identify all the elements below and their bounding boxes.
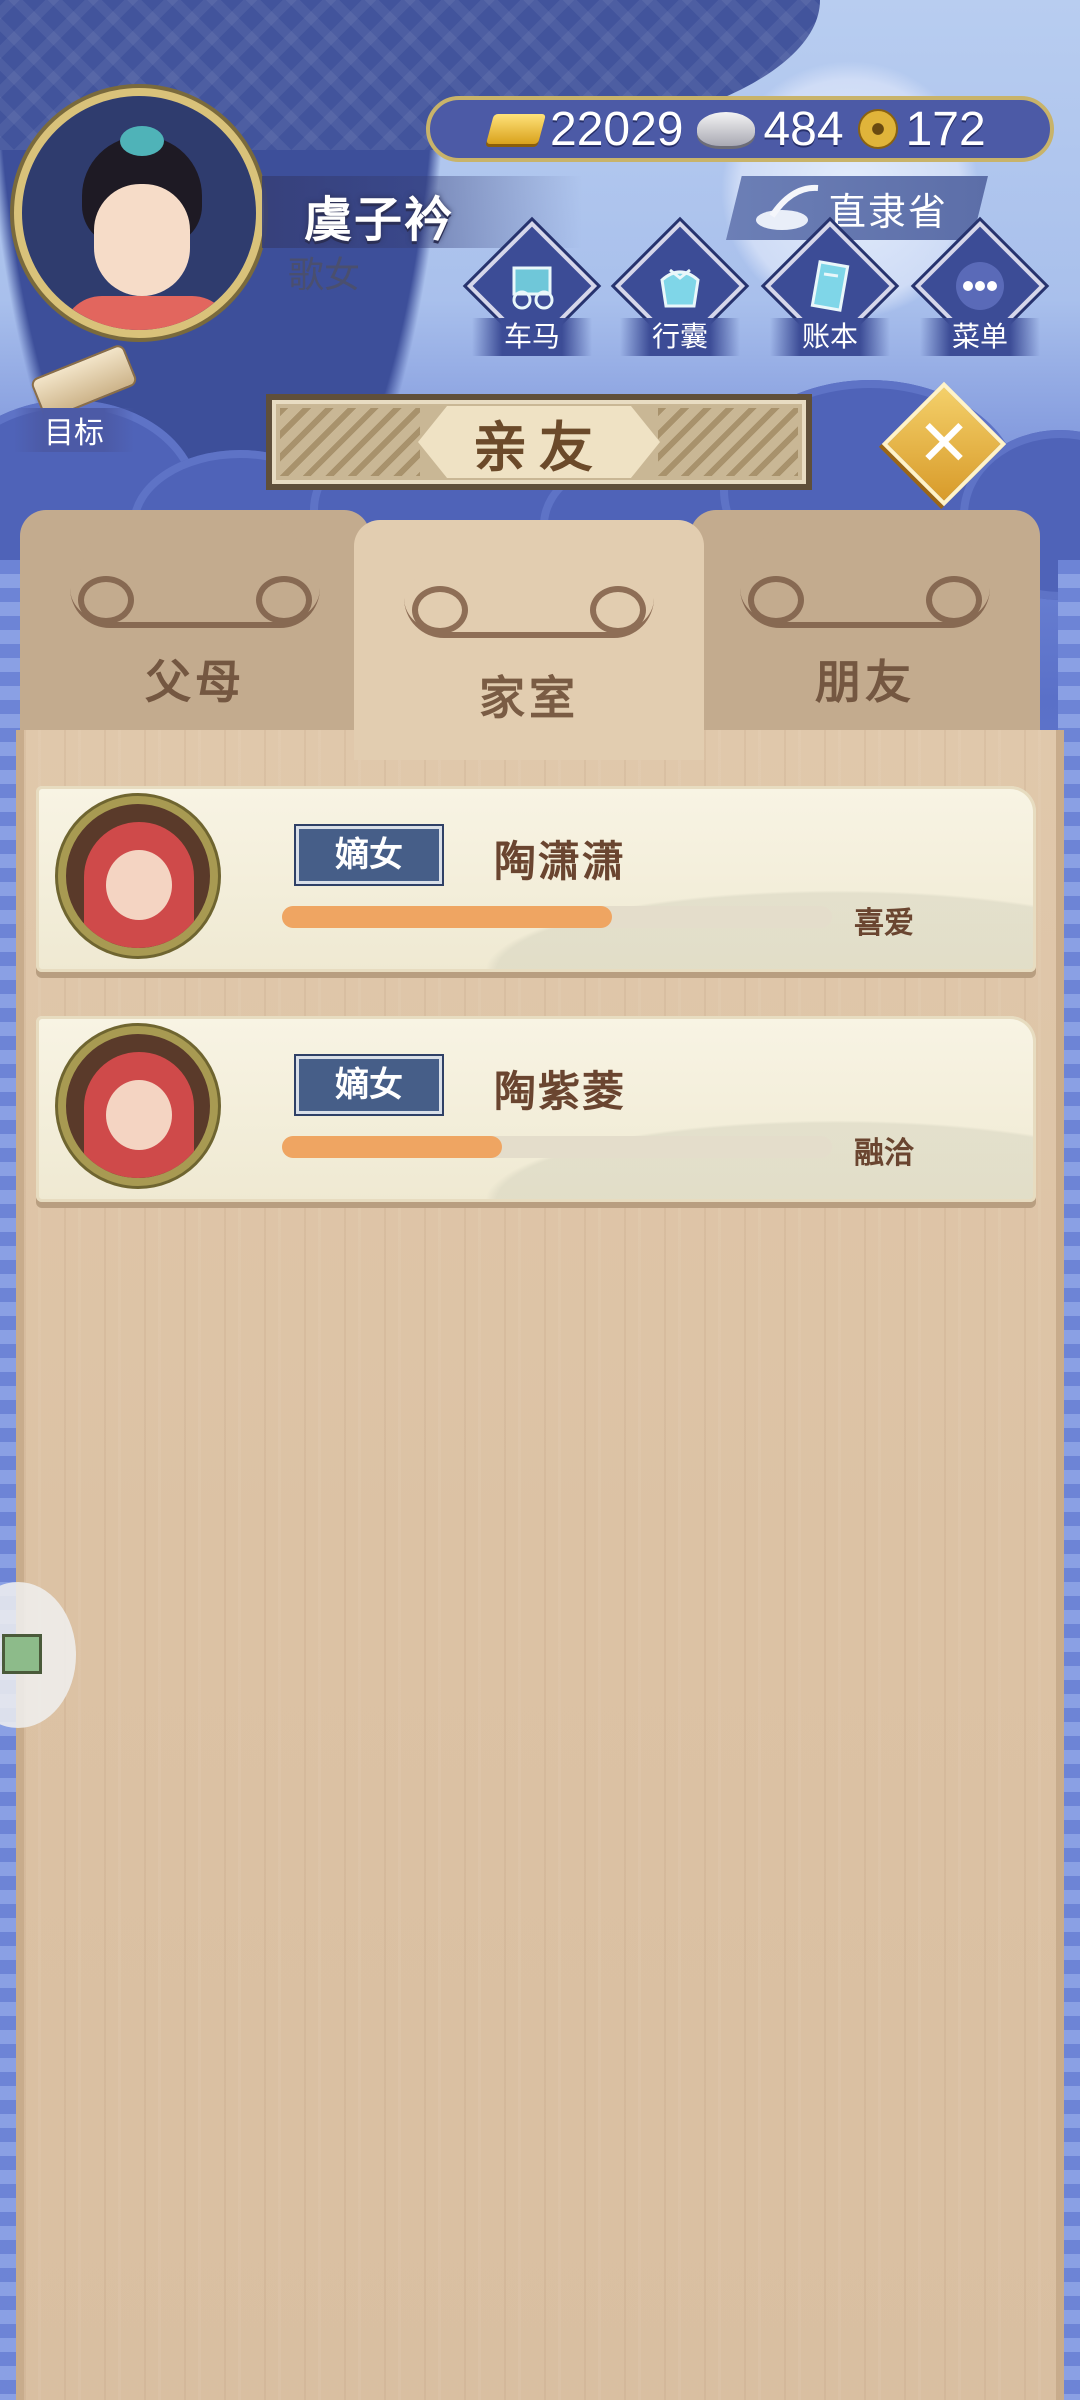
affection-bar: [282, 1136, 832, 1158]
affection-bar-fill: [282, 1136, 502, 1158]
tab-family[interactable]: 家室: [354, 520, 704, 760]
relation-status: 喜爱: [854, 906, 914, 941]
menu-carriage-button[interactable]: 车马: [466, 220, 598, 356]
silver-value: 484: [763, 102, 844, 156]
member-name: 陶潇潇: [494, 837, 627, 886]
location-label: 直隶省: [827, 189, 948, 234]
menu-ledger-button[interactable]: 账本: [764, 220, 896, 356]
tab-friends[interactable]: 朋友: [690, 510, 1040, 740]
rank-tag: 嫡女: [296, 1056, 442, 1114]
player-name: 虞子衿: [304, 192, 455, 248]
tab-label: 父母: [145, 655, 245, 709]
resource-bar: 22029 484 172: [426, 96, 1054, 162]
gold-ingot-icon: [485, 114, 547, 144]
rank-tag: 嫡女: [296, 826, 442, 884]
player-avatar[interactable]: [14, 88, 264, 338]
member-portrait: [58, 796, 218, 956]
goal-button[interactable]: 目标: [14, 342, 139, 452]
carriage-icon: [512, 266, 554, 310]
menu-label: 账本: [770, 318, 890, 356]
panel-title: 亲友: [473, 415, 605, 479]
copper-coin-icon: [857, 109, 898, 149]
bag-icon: [660, 268, 700, 308]
tab-label: 朋友: [815, 655, 915, 709]
tab-parents[interactable]: 父母: [20, 510, 370, 740]
cloud-swirl-ornament: [740, 558, 990, 628]
menu-label: 车马: [472, 318, 592, 356]
member-card[interactable]: 嫡女 陶潇潇 喜爱: [36, 786, 1036, 972]
book-icon: [2, 1634, 42, 1674]
affection-bar: [282, 906, 832, 928]
silver-ingot-icon: [697, 112, 756, 146]
menu-more-button[interactable]: 菜单: [914, 220, 1046, 356]
family-list-panel[interactable]: [16, 730, 1064, 2400]
affection-bar-fill: [282, 906, 612, 928]
member-name: 陶紫菱: [494, 1067, 627, 1116]
player-title: 歌女: [288, 255, 361, 296]
cloud-swirl-ornament: [70, 558, 320, 628]
cloud-swirl-ornament: [404, 568, 654, 638]
more-icon: [956, 262, 1004, 310]
close-icon: ✕: [917, 407, 971, 481]
member-card[interactable]: 嫡女 陶紫菱 融洽: [36, 1016, 1036, 1202]
relation-status: 融洽: [854, 1136, 914, 1171]
location-button[interactable]: 直隶省: [726, 176, 988, 240]
member-portrait: [58, 1026, 218, 1186]
brush-icon: [756, 184, 819, 230]
menu-bag-button[interactable]: 行囊: [614, 220, 746, 356]
panel-title-banner: 亲友: [266, 394, 812, 490]
goal-label: 目标: [14, 408, 134, 452]
coin-value: 172: [905, 102, 986, 156]
tab-label: 家室: [479, 671, 579, 725]
gold-value: 22029: [550, 102, 684, 156]
menu-label: 行囊: [620, 318, 740, 356]
ledger-icon: [810, 260, 850, 312]
menu-label: 菜单: [920, 318, 1040, 356]
